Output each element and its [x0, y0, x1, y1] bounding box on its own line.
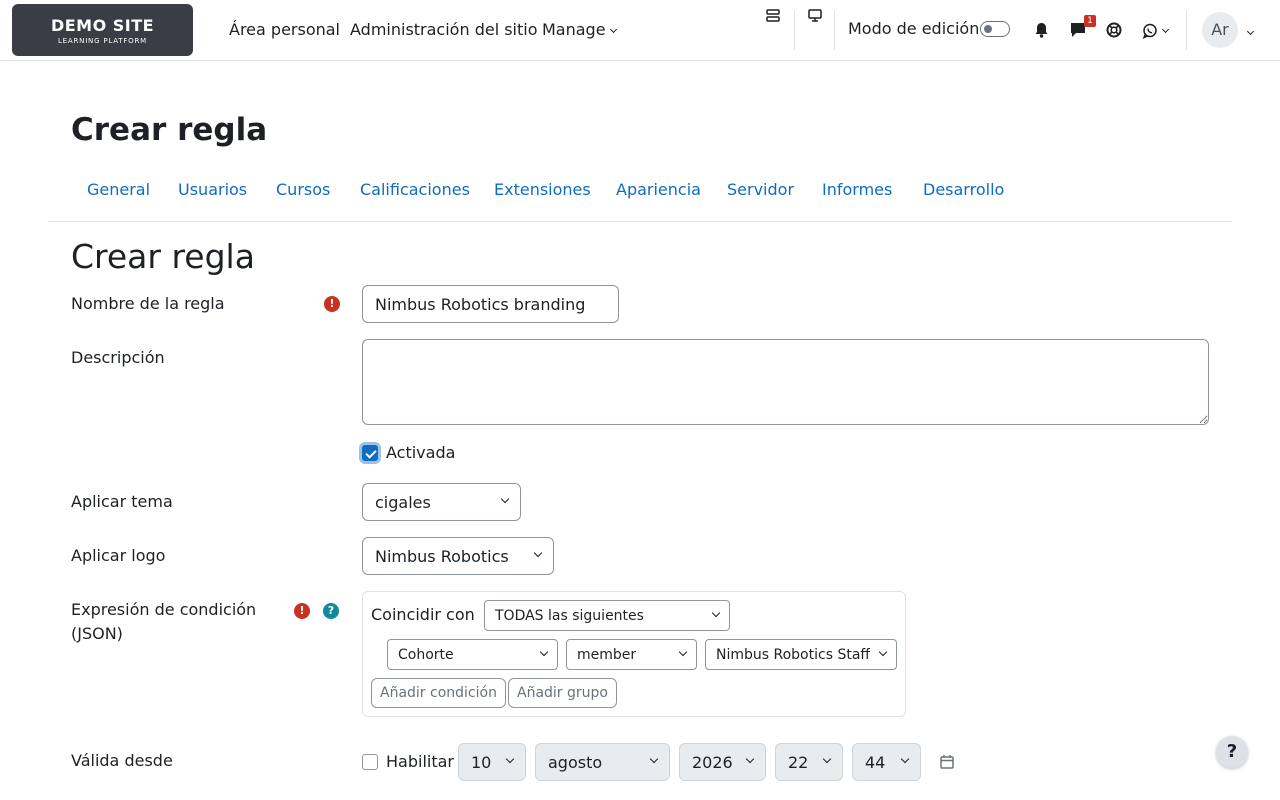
help-icon[interactable]: ?	[323, 603, 339, 619]
chevron-down-icon	[678, 647, 688, 656]
lifebuoy-icon[interactable]	[1106, 22, 1122, 38]
navbar-divider	[1186, 10, 1187, 50]
valid-from-enable-label[interactable]: Habilitar	[386, 752, 454, 772]
valid-from-minute-select[interactable]: 44	[852, 743, 921, 781]
navbar-divider	[834, 10, 835, 50]
match-select-value: TODAS las siguientes	[495, 607, 644, 624]
monitor-icon[interactable]	[808, 9, 822, 22]
user-avatar[interactable]: Ar	[1202, 12, 1238, 48]
condition-operator-value: member	[577, 646, 637, 663]
chevron-down-icon	[649, 754, 659, 764]
add-group-button[interactable]: Añadir grupo	[508, 678, 617, 708]
tab-grades[interactable]: Calificaciones	[360, 180, 470, 199]
logo-label: Aplicar logo	[71, 546, 166, 565]
condition-target-value: Nimbus Robotics Staff	[716, 646, 871, 663]
valid-from-label: Válida desde	[71, 751, 173, 770]
calendar-icon[interactable]	[940, 754, 954, 769]
logo-select[interactable]: Nimbus Robotics	[362, 537, 554, 575]
messages-count-badge: 1	[1084, 15, 1096, 27]
tab-users[interactable]: Usuarios	[178, 180, 247, 199]
chevron-down-icon	[539, 647, 549, 656]
description-textarea[interactable]	[362, 339, 1209, 425]
condition-operator-select[interactable]: member	[566, 639, 697, 670]
valid-from-enable-checkbox[interactable]	[362, 754, 378, 770]
tab-development[interactable]: Desarrollo	[923, 180, 1004, 199]
chevron-down-icon	[1246, 27, 1255, 36]
match-select[interactable]: TODAS las siguientes	[484, 600, 730, 631]
theme-select-value: cigales	[375, 492, 431, 512]
form-title: Crear regla	[71, 237, 255, 276]
nav-link-manage-label: Manage	[542, 20, 606, 39]
chevron-down-icon	[505, 754, 515, 764]
valid-from-minute-value: 44	[865, 752, 886, 772]
tab-server[interactable]: Servidor	[727, 180, 794, 199]
navbar-divider	[794, 10, 795, 50]
chevron-down-icon	[745, 754, 755, 764]
edit-mode-label: Modo de edición	[848, 19, 980, 38]
match-label: Coincidir con	[371, 605, 475, 624]
valid-from-year-value: 2026	[692, 752, 733, 772]
whatsapp-menu[interactable]	[1142, 20, 1170, 39]
admin-tabs: General Usuarios Cursos Calificaciones E…	[48, 180, 1232, 222]
tab-general[interactable]: General	[87, 180, 150, 199]
valid-from-year-select[interactable]: 2026	[679, 743, 766, 781]
top-navbar: DEMO SITE LEARNING PLATFORM Área persona…	[0, 0, 1280, 61]
tab-appearance[interactable]: Apariencia	[616, 180, 701, 199]
description-label: Descripción	[71, 348, 165, 367]
chevron-down-icon	[900, 754, 910, 764]
chevron-down-icon	[711, 608, 721, 617]
user-menu-chevron[interactable]	[1243, 22, 1255, 41]
rule-name-label: Nombre de la regla	[71, 294, 225, 313]
enabled-label[interactable]: Activada	[386, 443, 455, 463]
whatsapp-icon	[1142, 23, 1157, 39]
site-logo[interactable]: DEMO SITE LEARNING PLATFORM	[12, 4, 193, 56]
nav-link-manage[interactable]: Manage	[542, 20, 617, 39]
site-logo-title: DEMO SITE	[50, 16, 155, 35]
site-logo-subtitle: LEARNING PLATFORM	[57, 37, 147, 45]
condition-builder: Coincidir con TODAS las siguientes Cohor…	[362, 591, 906, 717]
valid-from-month-value: agosto	[548, 752, 603, 772]
valid-from-day-select[interactable]: 10	[458, 743, 526, 781]
required-icon: !	[294, 603, 310, 619]
chevron-down-icon	[1161, 25, 1170, 34]
valid-from-day-value: 10	[471, 752, 492, 772]
chevron-down-icon	[822, 754, 832, 764]
condition-field-select[interactable]: Cohorte	[387, 639, 558, 670]
condition-label-line2: (JSON)	[71, 624, 123, 643]
enabled-checkbox[interactable]	[362, 445, 378, 461]
tab-reports[interactable]: Informes	[822, 180, 892, 199]
tab-courses[interactable]: Cursos	[276, 180, 330, 199]
theme-select[interactable]: cigales	[362, 483, 521, 521]
chevron-down-icon	[500, 494, 510, 504]
condition-target-select[interactable]: Nimbus Robotics Staff	[705, 639, 897, 670]
valid-from-hour-value: 22	[788, 752, 809, 772]
chevron-down-icon	[533, 548, 543, 558]
valid-from-month-select[interactable]: agosto	[535, 743, 670, 781]
help-fab-button[interactable]: ?	[1216, 736, 1248, 768]
nav-link-dashboard[interactable]: Área personal	[229, 20, 340, 39]
condition-field-value: Cohorte	[398, 646, 454, 663]
rule-name-input[interactable]	[362, 285, 619, 323]
drawer-toggle-icon[interactable]	[766, 9, 780, 23]
edit-mode-toggle[interactable]	[980, 21, 1010, 37]
chevron-down-icon	[878, 647, 888, 656]
page-title: Crear regla	[71, 112, 268, 148]
logo-select-value: Nimbus Robotics	[375, 546, 509, 566]
chevron-down-icon	[609, 25, 617, 34]
tab-plugins[interactable]: Extensiones	[494, 180, 591, 199]
add-condition-button[interactable]: Añadir condición	[371, 678, 506, 708]
nav-link-site-admin[interactable]: Administración del sitio	[350, 20, 538, 39]
valid-from-hour-select[interactable]: 22	[775, 743, 843, 781]
bell-icon[interactable]	[1034, 22, 1049, 38]
theme-label: Aplicar tema	[71, 492, 173, 511]
required-icon: !	[324, 296, 340, 312]
condition-label: Expresión de condición	[71, 600, 257, 619]
